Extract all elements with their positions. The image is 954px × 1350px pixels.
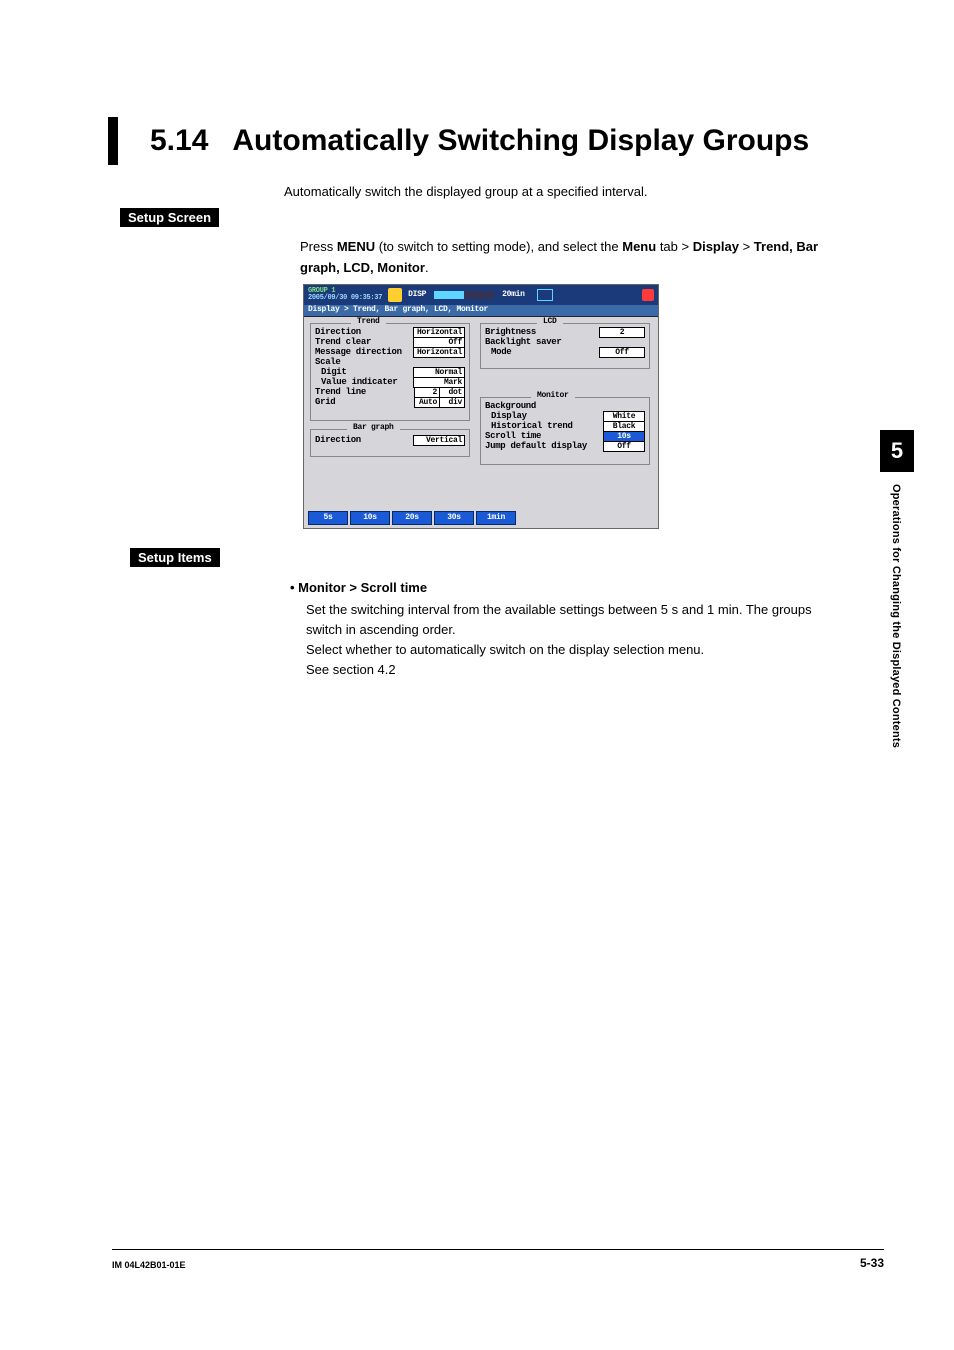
setup-screen-label: Setup Screen	[120, 208, 219, 227]
heading-bar-icon	[108, 117, 118, 165]
device-breadcrumb: Display > Trend, Bar graph, LCD, Monitor	[304, 305, 658, 317]
section-heading: 5.14 Automatically Switching Display Gro…	[108, 117, 854, 165]
device-screenshot: GROUP 1 2005/09/30 09:35:37 DISP 20min D…	[303, 284, 659, 529]
softkey-30s[interactable]: 30s	[434, 511, 474, 525]
trend-legend: Trend	[351, 318, 386, 327]
display-menu: Display	[693, 239, 739, 254]
softkey-10s[interactable]: 10s	[350, 511, 390, 525]
brightness-val[interactable]: 2	[599, 327, 645, 338]
footer-page-number: 5-33	[860, 1256, 884, 1270]
bargraph-direction-val[interactable]: Vertical	[413, 435, 465, 446]
jump-val[interactable]: Off	[603, 441, 645, 452]
monitor-legend: Monitor	[531, 392, 575, 401]
camera-icon	[537, 289, 553, 301]
section-number: 5.14	[150, 124, 208, 158]
bargraph-legend: Bar graph	[347, 424, 400, 433]
bargraph-direction-label: Direction	[315, 436, 361, 446]
monitor-scroll-time-body: Set the switching interval from the avai…	[306, 600, 844, 681]
setup-items-label: Setup Items	[130, 548, 220, 567]
section-title: Automatically Switching Display Groups	[232, 124, 809, 158]
monitor-scroll-time-heading: • Monitor > Scroll time	[290, 580, 427, 595]
chapter-side-title: Operations for Changing the Displayed Co…	[880, 472, 902, 748]
jump-label: Jump default display	[485, 442, 587, 452]
chapter-side-tab: 5 Operations for Changing the Displayed …	[880, 430, 914, 748]
progress-bar	[434, 291, 494, 299]
intro-text: Automatically switch the displayed group…	[284, 184, 647, 199]
device-titlebar: GROUP 1 2005/09/30 09:35:37 DISP 20min	[304, 285, 658, 305]
chapter-number-badge: 5	[880, 430, 914, 472]
disp-mode-label: DISP	[408, 291, 426, 300]
speaker-icon	[642, 289, 654, 301]
setup-screen-instruction: Press MENU (to switch to setting mode), …	[300, 237, 844, 279]
footer-doc-id: IM 04L42B01-01E	[112, 1260, 186, 1270]
grid-val2: div	[440, 397, 465, 408]
mode-val[interactable]: Off	[599, 347, 645, 358]
menu-tab: Menu	[622, 239, 656, 254]
alarm-icon	[388, 288, 402, 302]
mode-label: Mode	[485, 348, 511, 358]
grid-val1[interactable]: Auto	[414, 397, 440, 408]
grid-label: Grid	[315, 398, 335, 408]
lcd-legend: LCD	[537, 318, 563, 327]
softkey-row: 5s 10s 20s 30s 1min	[308, 511, 516, 525]
footer-divider	[112, 1249, 884, 1250]
softkey-5s[interactable]: 5s	[308, 511, 348, 525]
interval-badge: 20min	[502, 291, 525, 300]
softkey-1min[interactable]: 1min	[476, 511, 516, 525]
msg-dir-val[interactable]: Horizontal	[413, 347, 465, 358]
menu-key: MENU	[337, 239, 375, 254]
device-timestamp: 2005/09/30 09:35:37	[308, 295, 382, 302]
softkey-20s[interactable]: 20s	[392, 511, 432, 525]
